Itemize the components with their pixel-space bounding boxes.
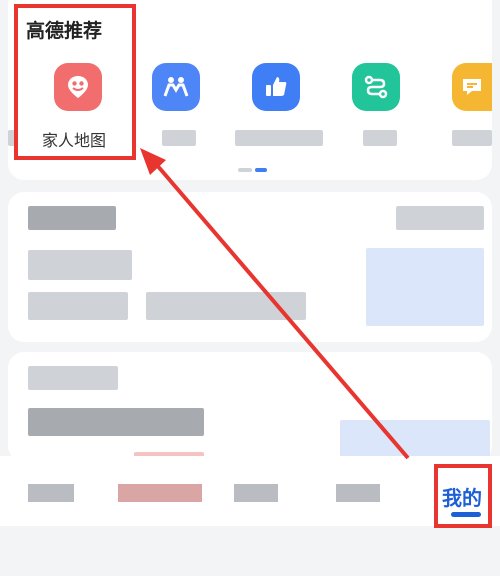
annotation-arrow bbox=[140, 148, 410, 460]
